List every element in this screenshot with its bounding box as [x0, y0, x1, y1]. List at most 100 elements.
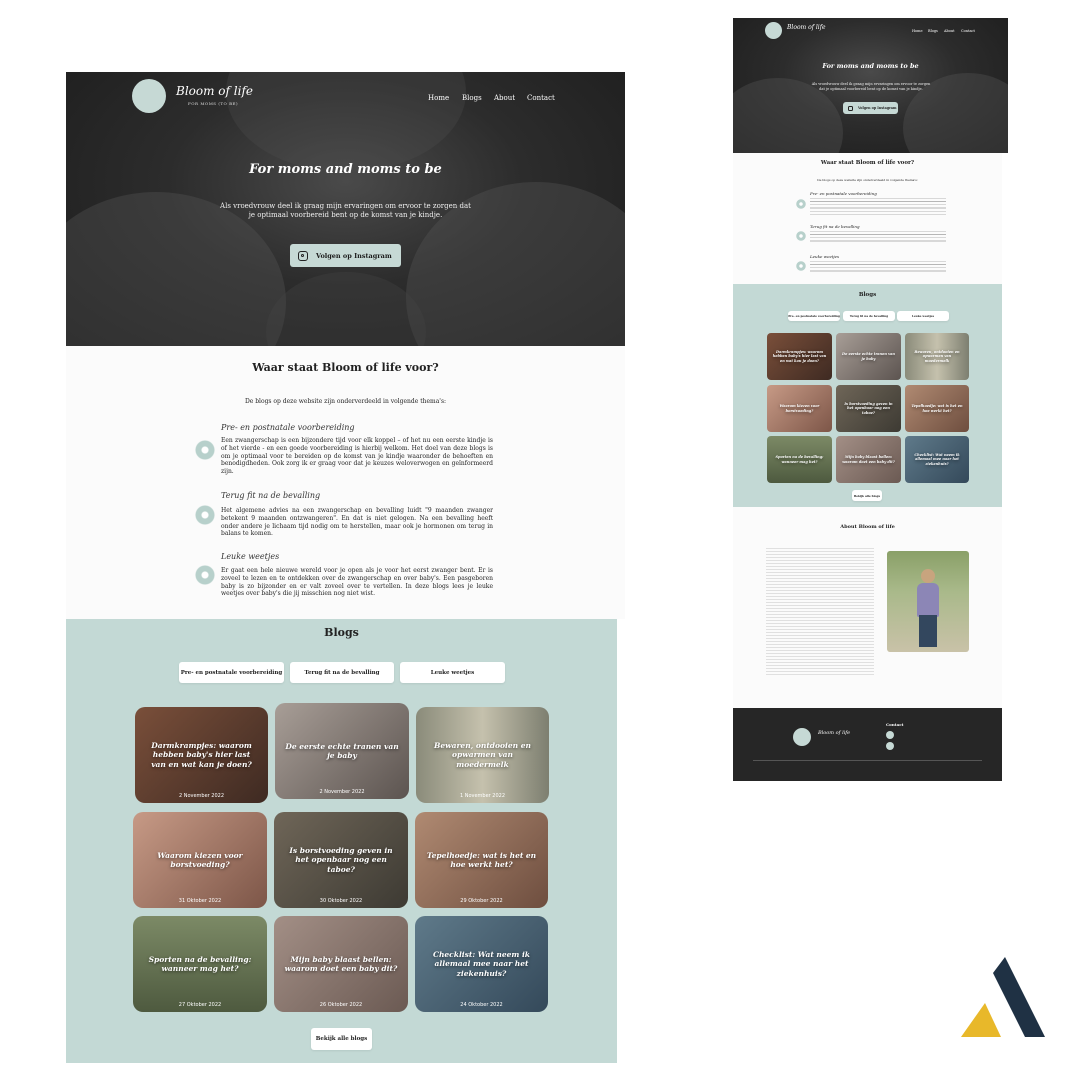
mini-filter[interactable]: Pre- en postnatale voorbereiding — [788, 311, 840, 321]
mini-blog-card[interactable]: Tepelhoedje: wat is het en hoe werkt het… — [905, 385, 969, 432]
theme-title: Terug fit na de bevalling — [221, 491, 321, 500]
flower-icon — [796, 199, 806, 209]
blogs-heading: Blogs — [324, 626, 359, 639]
filter-weetjes[interactable]: Leuke weetjes — [400, 662, 505, 683]
blog-date: 31 Oktober 2022 — [178, 898, 222, 904]
theme-title: Pre- en postnatale voorbereiding — [221, 423, 355, 432]
logo-circle[interactable] — [132, 79, 166, 113]
blog-title: Sporten na de bevalling: wanneer mag het… — [148, 954, 252, 973]
hero-section: Bloom of life FOR MOMS (TO BE) Home Blog… — [66, 72, 625, 346]
flower-icon — [195, 565, 215, 585]
mini-blog-card[interactable]: Sporten na de bevalling: wanneer mag het… — [767, 436, 832, 483]
blog-title: Checklist: Wat neem ik allemaal mee naar… — [432, 949, 531, 978]
mini-instagram-button[interactable]: Volgen op Instagram — [843, 102, 898, 114]
blog-title: Mijn baby blaast bellen: waarom doet een… — [284, 954, 398, 973]
mini-blog-title: De eerste echte tranen van je baby — [842, 352, 895, 361]
hero-text: Als vroedvrouw deel ik graag mijn ervari… — [220, 202, 471, 220]
footer-logo-title[interactable]: Bloom of life — [818, 730, 850, 736]
instagram-button-label: Volgen op Instagram — [316, 251, 392, 260]
blog-date: 2 November 2022 — [178, 793, 225, 799]
mini-blog-card[interactable]: Is borstvoeding geven in het openbaar no… — [836, 385, 901, 432]
mini-blog-card[interactable]: Darmkrampjes: waarom hebben baby's hier … — [767, 333, 832, 380]
blog-card[interactable]: Bewaren, ontdooien en opwarmen van moede… — [416, 707, 549, 803]
mini-theme-title: Terug fit na de bevalling — [810, 224, 860, 229]
nav-about[interactable]: About — [494, 94, 515, 102]
flower-icon — [796, 261, 806, 271]
blog-card[interactable]: Mijn baby blaast bellen: waarom doet een… — [274, 916, 408, 1012]
instagram-button[interactable]: Volgen op Instagram — [290, 244, 401, 267]
mini-nav-blogs[interactable]: Blogs — [928, 29, 938, 33]
mini-values-intro: De blogs op deze website zijn onderverde… — [817, 178, 918, 182]
blog-card[interactable]: Waarom kiezen voor borstvoeding? 31 Okto… — [133, 812, 267, 908]
blog-card[interactable]: De eerste echte tranen van je baby 2 Nov… — [275, 703, 409, 799]
mini-values-section: Waar staat Bloom of life voor? De blogs … — [733, 153, 1002, 284]
mini-blog-title: Sporten na de bevalling: wanneer mag het… — [775, 455, 824, 464]
mini-theme-title: Pre- en postnatale voorbereiding — [810, 191, 877, 196]
mini-blog-card[interactable]: De eerste echte tranen van je baby — [836, 333, 901, 380]
mini-blog-card[interactable]: Mijn baby blaast bellen: waarom doet een… — [836, 436, 901, 483]
filter-fit[interactable]: Terug fit na de bevalling — [290, 662, 394, 683]
mini-hero-section: Bloom of life Home Blogs About Contact F… — [733, 18, 1008, 153]
filter-prenatal[interactable]: Pre- en postnatale voorbereiding — [179, 662, 284, 683]
nav-blogs[interactable]: Blogs — [462, 94, 482, 102]
blog-title: Waarom kiezen voor borstvoeding? — [157, 850, 243, 869]
mini-instagram-label: Volgen op Instagram — [858, 106, 897, 110]
theme-text: Het algemene advies na een zwangerschap … — [221, 507, 493, 538]
mini-blog-title: Mijn baby blaast bellen: waarom doet een… — [842, 455, 895, 464]
mini-about-text — [766, 548, 874, 676]
blog-card[interactable]: Darmkrampjes: waarom hebben baby's hier … — [135, 707, 268, 803]
mini-filter[interactable]: Terug fit na de bevalling — [843, 311, 895, 321]
mini-blog-title: Tepelhoedje: wat is het en hoe werkt het… — [911, 404, 963, 413]
mini-theme-text — [810, 261, 946, 274]
mini-values-heading: Waar staat Bloom of life voor? — [820, 160, 915, 166]
hero-title: For moms and moms to be — [249, 162, 442, 177]
theme-text: Een zwangerschap is een bijzondere tijd … — [221, 437, 493, 476]
blog-card[interactable]: Is borstvoeding geven in het openbaar no… — [274, 812, 408, 908]
all-blogs-button[interactable]: Bekijk alle blogs — [311, 1028, 372, 1050]
footer-logo-circle[interactable] — [793, 728, 811, 746]
nav-contact[interactable]: Contact — [527, 94, 555, 102]
blog-title: Tepelhoedje: wat is het en hoe werkt het… — [426, 850, 537, 869]
mini-blog-title: Checklist: Wat neem ik allemaal mee naar… — [914, 452, 960, 466]
values-section: Waar staat Bloom of life voor? De blogs … — [66, 346, 625, 619]
mini-nav-contact[interactable]: Contact — [961, 29, 975, 33]
instagram-icon — [298, 250, 308, 261]
mini-logo-circle[interactable] — [765, 22, 782, 39]
logo-title[interactable]: Bloom of life — [176, 84, 253, 98]
blog-title: De eerste echte tranen van je baby — [285, 741, 399, 760]
mini-blog-card[interactable]: Checklist: Wat neem ik allemaal mee naar… — [905, 436, 969, 483]
mini-logo-title[interactable]: Bloom of life — [787, 24, 826, 31]
mini-blog-title: Bewaren, ontdooien en opwarmen van moede… — [914, 349, 960, 363]
mini-blog-title: Is borstvoeding geven in het openbaar no… — [844, 401, 893, 415]
mini-all-blogs-button[interactable]: Bekijk alle blogs — [852, 490, 882, 501]
blog-card[interactable]: Checklist: Wat neem ik allemaal mee naar… — [415, 916, 548, 1012]
blog-date: 30 Oktober 2022 — [319, 898, 363, 904]
blog-date: 1 November 2022 — [459, 793, 506, 799]
mini-blog-card[interactable]: Bewaren, ontdooien en opwarmen van moede… — [905, 333, 969, 380]
blog-title: Is borstvoeding geven in het openbaar no… — [289, 845, 393, 874]
nav-home[interactable]: Home — [428, 94, 449, 102]
mini-nav-about[interactable]: About — [944, 29, 955, 33]
blog-card[interactable]: Sporten na de bevalling: wanneer mag het… — [133, 916, 267, 1012]
flower-icon — [195, 440, 215, 460]
mini-filter[interactable]: Leuke weetjes — [897, 311, 949, 321]
mini-hero-title: For moms and moms to be — [822, 62, 919, 70]
instagram-icon — [848, 105, 853, 111]
phone-icon — [886, 742, 894, 750]
flower-icon — [796, 231, 806, 241]
mini-blog-card[interactable]: Waarom kiezen voor borstvoeding? — [767, 385, 832, 432]
blog-date: 2 November 2022 — [319, 789, 365, 795]
blog-card[interactable]: Tepelhoedje: wat is het en hoe werkt het… — [415, 812, 548, 908]
mini-footer: Bloom of life Contact — [733, 708, 1002, 781]
blog-date: 29 Oktober 2022 — [460, 898, 503, 904]
mini-about-section: About Bloom of life — [733, 507, 1002, 708]
blog-title: Darmkrampjes: waarom hebben baby's hier … — [151, 740, 252, 769]
blog-title: Bewaren, ontdooien en opwarmen van moede… — [434, 740, 531, 769]
mini-nav-home[interactable]: Home — [912, 29, 923, 33]
about-photo — [887, 551, 969, 652]
values-intro: De blogs op deze website zijn onderverde… — [244, 398, 447, 405]
logo-subtitle: FOR MOMS (TO BE) — [188, 101, 239, 106]
theme-title: Leuke weetjes — [221, 552, 280, 561]
mini-about-heading: About Bloom of life — [840, 524, 895, 530]
theme-text: Er gaat een hele nieuwe wereld voor je o… — [221, 567, 493, 598]
